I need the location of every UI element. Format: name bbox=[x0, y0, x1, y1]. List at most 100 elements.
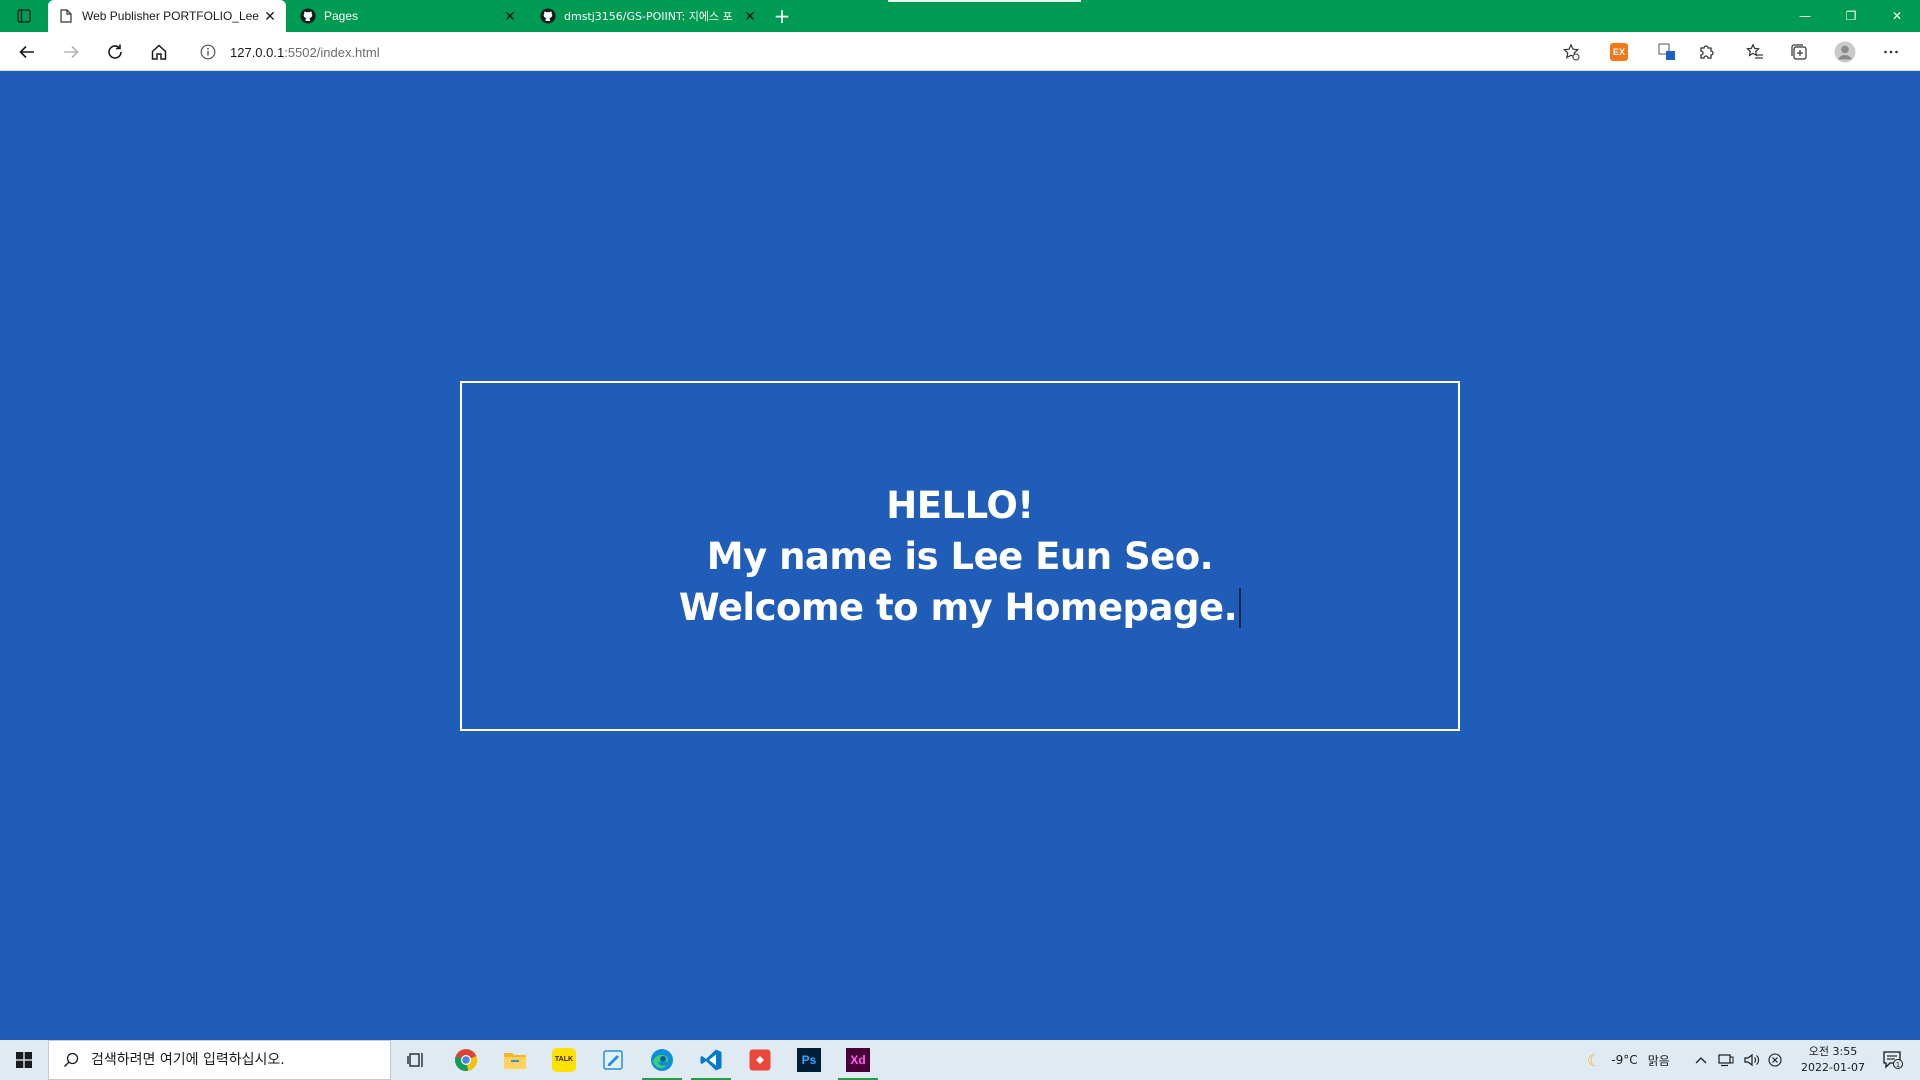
name-line: My name is Lee Eun Seo. bbox=[706, 534, 1214, 578]
moon-icon: ☾ bbox=[1587, 1050, 1602, 1070]
weather-condition: 맑음 bbox=[1647, 1053, 1670, 1068]
home-button[interactable] bbox=[143, 36, 175, 68]
ime-disabled-icon bbox=[1768, 1053, 1782, 1067]
close-window-button[interactable]: ✕ bbox=[1874, 0, 1920, 32]
tab-web-publisher-portfolio[interactable]: Web Publisher PORTFOLIO_Lee E ✕ bbox=[48, 0, 286, 32]
taskbar-app-xd[interactable]: Xd bbox=[834, 1040, 882, 1080]
taskbar-app-git[interactable] bbox=[736, 1040, 784, 1080]
restore-button[interactable]: ❐ bbox=[1828, 0, 1874, 32]
task-view-icon bbox=[407, 1053, 423, 1067]
show-hidden-icons-button[interactable] bbox=[1695, 1040, 1707, 1080]
github-icon bbox=[540, 8, 556, 24]
back-button[interactable] bbox=[11, 36, 43, 68]
welcome-text: Welcome to my Homepage. bbox=[678, 585, 1238, 629]
kakaotalk-icon: TALK bbox=[552, 1048, 576, 1072]
taskbar-search[interactable] bbox=[48, 1040, 391, 1080]
url-host: 127.0.0.1 bbox=[230, 44, 285, 60]
browser-toolbar: 127.0.0.1:5502/index.html EX bbox=[0, 32, 1920, 71]
tab-actions-button[interactable] bbox=[10, 4, 38, 28]
taskbar-app-edge[interactable] bbox=[638, 1040, 686, 1080]
profile-button[interactable] bbox=[1829, 36, 1861, 68]
extension-ex-button[interactable]: EX bbox=[1603, 36, 1635, 68]
vscode-icon bbox=[700, 1049, 722, 1071]
page-icon bbox=[58, 8, 74, 24]
task-view-button[interactable] bbox=[392, 1040, 440, 1080]
taskbar-app-kakaotalk[interactable]: TALK bbox=[540, 1040, 588, 1080]
chrome-icon bbox=[455, 1049, 478, 1071]
favorites-button[interactable] bbox=[1739, 36, 1771, 68]
more-dots-icon bbox=[1884, 50, 1898, 54]
refresh-button[interactable] bbox=[99, 36, 131, 68]
windows-taskbar: TALK Ps Xd ☾ -9°C 맑음 오전 3:55 2022-01-07 … bbox=[0, 1040, 1920, 1080]
weather-widget[interactable]: ☾ -9°C 맑음 bbox=[1587, 1040, 1670, 1080]
tab-close-button[interactable]: ✕ bbox=[502, 8, 518, 24]
tab-title: Web Publisher PORTFOLIO_Lee E bbox=[82, 9, 262, 23]
intro-box: HELLO! My name is Lee Eun Seo. Welcome t… bbox=[460, 381, 1460, 731]
page-viewport: HELLO! My name is Lee Eun Seo. Welcome t… bbox=[0, 71, 1920, 1040]
notification-count: 1 bbox=[1896, 1061, 1900, 1069]
taskbar-app-notepad[interactable] bbox=[589, 1040, 637, 1080]
git-icon bbox=[749, 1049, 771, 1071]
taskbar-app-chrome[interactable] bbox=[442, 1040, 490, 1080]
notification-icon: 1 bbox=[1883, 1051, 1903, 1069]
site-info-icon[interactable] bbox=[198, 42, 218, 62]
intro-text: HELLO! My name is Lee Eun Seo. Welcome t… bbox=[678, 480, 1242, 633]
extension-translate-button[interactable] bbox=[1651, 36, 1683, 68]
favorites-list-icon bbox=[1746, 43, 1763, 59]
clock-time: 오전 3:55 bbox=[1808, 1045, 1858, 1058]
github-icon bbox=[300, 8, 316, 24]
tab-title: dmstj3156/GS-POIINT: 지에스 포 bbox=[564, 10, 733, 23]
avatar-icon bbox=[1834, 41, 1856, 63]
volume-button[interactable] bbox=[1744, 1040, 1760, 1080]
add-favorite-button[interactable] bbox=[1555, 36, 1587, 68]
text-caret bbox=[1239, 587, 1242, 628]
extensions-button[interactable] bbox=[1691, 36, 1723, 68]
back-arrow-icon bbox=[19, 45, 34, 59]
tab-title: Pages bbox=[324, 9, 359, 23]
puzzle-icon bbox=[1700, 45, 1714, 59]
forward-button[interactable] bbox=[55, 36, 87, 68]
greeting-line: HELLO! bbox=[886, 483, 1034, 527]
tab-actions-icon bbox=[17, 9, 31, 23]
file-explorer-icon bbox=[504, 1053, 526, 1069]
forward-arrow-icon bbox=[64, 45, 79, 59]
new-tab-button[interactable]: + bbox=[769, 4, 795, 28]
weather-temp: -9°C bbox=[1611, 1053, 1638, 1067]
ex-extension-icon: EX bbox=[1610, 43, 1628, 61]
ime-status-button[interactable] bbox=[1768, 1040, 1782, 1080]
taskbar-app-photoshop[interactable]: Ps bbox=[785, 1040, 833, 1080]
action-center-button[interactable]: 1 bbox=[1870, 1040, 1916, 1080]
browser-titlebar: Web Publisher PORTFOLIO_Lee E ✕ Pages ✕ … bbox=[0, 0, 1920, 32]
network-button[interactable] bbox=[1718, 1040, 1734, 1080]
xd-icon: Xd bbox=[846, 1048, 870, 1072]
notepad-icon bbox=[603, 1050, 623, 1070]
search-icon bbox=[61, 1050, 81, 1070]
collections-button[interactable] bbox=[1783, 36, 1815, 68]
network-icon bbox=[1718, 1054, 1734, 1067]
taskbar-clock[interactable]: 오전 3:55 2022-01-07 bbox=[1788, 1042, 1878, 1078]
titlebar-drag-indicator bbox=[888, 0, 1081, 2]
photoshop-icon: Ps bbox=[797, 1048, 821, 1072]
tab-close-button[interactable]: ✕ bbox=[262, 8, 278, 24]
tab-github-gs-point[interactable]: dmstj3156/GS-POIINT: 지에스 포 ✕ bbox=[530, 0, 766, 32]
speaker-icon bbox=[1744, 1053, 1759, 1067]
welcome-line: Welcome to my Homepage. bbox=[678, 582, 1242, 633]
url-path: :5502/index.html bbox=[284, 44, 380, 60]
search-input[interactable] bbox=[91, 1052, 381, 1068]
start-button[interactable] bbox=[0, 1040, 48, 1080]
address-bar[interactable]: 127.0.0.1:5502/index.html bbox=[190, 36, 1590, 68]
tab-close-button[interactable]: ✕ bbox=[742, 8, 758, 24]
refresh-icon bbox=[108, 44, 122, 59]
edge-icon bbox=[651, 1049, 673, 1071]
minimize-button[interactable]: — bbox=[1782, 0, 1828, 32]
star-add-icon bbox=[1562, 43, 1580, 61]
collections-icon bbox=[1791, 44, 1807, 60]
settings-menu-button[interactable] bbox=[1875, 36, 1907, 68]
tab-pages[interactable]: Pages ✕ bbox=[290, 0, 526, 32]
translate-extension-icon bbox=[1658, 43, 1675, 60]
url-text[interactable]: 127.0.0.1:5502/index.html bbox=[230, 45, 380, 60]
taskbar-app-file-explorer[interactable] bbox=[491, 1040, 539, 1080]
windows-logo-icon bbox=[16, 1052, 32, 1068]
taskbar-app-vscode[interactable] bbox=[687, 1040, 735, 1080]
chevron-up-icon bbox=[1695, 1057, 1707, 1064]
